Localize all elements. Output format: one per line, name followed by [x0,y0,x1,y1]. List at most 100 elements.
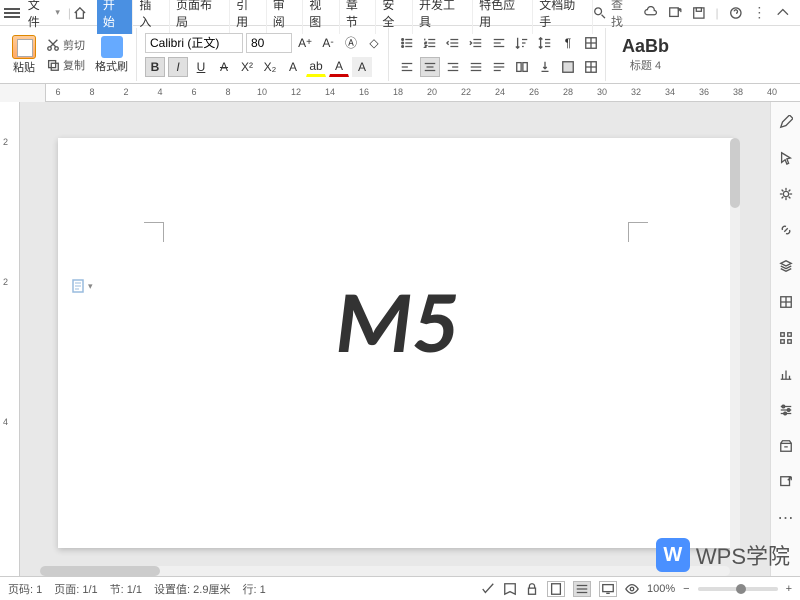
ruler-num: 24 [495,87,505,97]
share-icon[interactable] [668,6,682,20]
bold-button[interactable]: B [145,57,165,77]
copy-label: 复制 [63,57,85,73]
ruler-num: 22 [461,87,471,97]
cloud-icon[interactable] [644,6,658,20]
align-left-button[interactable] [397,57,417,77]
ruler-num: 36 [699,87,709,97]
more-icon[interactable]: ⋯ [776,508,796,528]
cursor-icon[interactable] [776,148,796,168]
status-section[interactable]: 节: 1/1 [110,581,142,597]
superscript-button[interactable]: X² [237,57,257,77]
char-shading-button[interactable]: A [352,57,372,77]
grow-font-button[interactable]: A+ [295,33,315,53]
text-direction-button[interactable] [535,57,555,77]
workspace: 224 M5 ▾ ⋯ [0,102,800,576]
gear-icon[interactable] [776,184,796,204]
subscript-button[interactable]: X₂ [260,57,280,77]
ruler-num: 34 [665,87,675,97]
table-button[interactable] [581,57,601,77]
bullets-button[interactable] [397,33,417,53]
apps-icon[interactable] [776,328,796,348]
status-page[interactable]: 页面: 1/1 [54,581,97,597]
cut-button[interactable]: 剪切 [43,36,88,54]
show-marks-button[interactable]: ¶ [558,33,578,53]
help-icon[interactable] [729,6,743,20]
scroll-thumb-h[interactable] [40,566,160,576]
font-size-select[interactable] [246,33,292,53]
collapse-icon[interactable] [776,6,790,20]
strike-button[interactable]: A [214,57,234,77]
status-pagecode[interactable]: 页码: 1 [8,581,42,597]
chart-icon[interactable] [776,364,796,384]
home-icon[interactable] [73,6,87,20]
text-effect-button[interactable]: A [283,57,303,77]
zoom-slider[interactable] [698,587,778,591]
zoom-out-button[interactable]: − [683,583,689,595]
paste-button[interactable]: 粘贴 [8,33,40,77]
zoom-in-button[interactable]: + [786,583,792,595]
status-right: 100% − + [481,581,792,597]
columns-button[interactable] [512,57,532,77]
numbering-button[interactable] [420,33,440,53]
highlight-button[interactable]: ab [306,57,326,77]
justify-button[interactable] [466,57,486,77]
ruler-num: 38 [733,87,743,97]
spellcheck-icon[interactable] [481,582,495,596]
float-marker[interactable]: ▾ [70,278,93,294]
zoom-value[interactable]: 100% [647,583,675,595]
more-icon[interactable]: ⋮ [752,4,766,21]
layers-icon[interactable] [776,256,796,276]
scrollbar-horizontal[interactable] [40,566,730,576]
document-content[interactable]: M5 [58,268,734,376]
sliders-icon[interactable] [776,400,796,420]
line-spacing-button[interactable] [535,33,555,53]
shading-button[interactable] [558,57,578,77]
cut-label: 剪切 [63,37,85,53]
view-web-button[interactable] [599,581,617,597]
copy-icon [46,58,60,72]
clear-format-button[interactable]: ◇ [364,33,384,53]
outdent-button[interactable] [443,33,463,53]
scrollbar-vertical[interactable] [730,138,740,564]
archive-icon[interactable] [776,436,796,456]
book-icon[interactable] [503,582,517,596]
indent-button[interactable] [466,33,486,53]
ltr-button[interactable] [489,33,509,53]
hamburger-icon[interactable] [4,6,20,20]
change-case-button[interactable]: Ⓐ [341,33,361,53]
file-menu[interactable]: 文件 ▾ [22,0,66,30]
grid-icon[interactable] [776,292,796,312]
ruler-num: 40 [767,87,777,97]
ruler-vertical[interactable]: 224 [0,102,20,576]
format-painter-button[interactable]: 格式刷 [91,34,132,76]
status-setting[interactable]: 设置值: 2.9厘米 [154,581,230,597]
borders-button[interactable] [581,33,601,53]
shrink-font-button[interactable]: A- [318,33,338,53]
link-icon[interactable] [776,220,796,240]
view-outline-button[interactable] [573,581,591,597]
style-preview[interactable]: AaBb [614,36,677,57]
scroll-thumb-v[interactable] [730,138,740,208]
align-right-button[interactable] [443,57,463,77]
eye-icon[interactable] [625,582,639,596]
zoom-knob[interactable] [736,584,746,594]
status-row[interactable]: 行: 1 [242,581,265,597]
italic-button[interactable]: I [168,57,188,77]
document-page[interactable]: M5 [58,138,734,548]
copy-button[interactable]: 复制 [43,56,88,74]
lock-icon[interactable] [525,582,539,596]
search-button[interactable]: 查找 [593,0,634,30]
font-color-button[interactable]: A [329,57,349,77]
align-center-button[interactable] [420,57,440,77]
ruler-horizontal[interactable]: 68246810121416182022242628303234363840 [0,84,800,102]
font-name-select[interactable] [145,33,243,53]
sort-button[interactable] [512,33,532,53]
export-icon[interactable] [776,472,796,492]
ruler-num: 12 [291,87,301,97]
distribute-button[interactable] [489,57,509,77]
brush-label: 格式刷 [95,58,128,74]
save-icon[interactable] [692,6,706,20]
underline-button[interactable]: U [191,57,211,77]
pencil-icon[interactable] [776,112,796,132]
view-print-button[interactable] [547,581,565,597]
